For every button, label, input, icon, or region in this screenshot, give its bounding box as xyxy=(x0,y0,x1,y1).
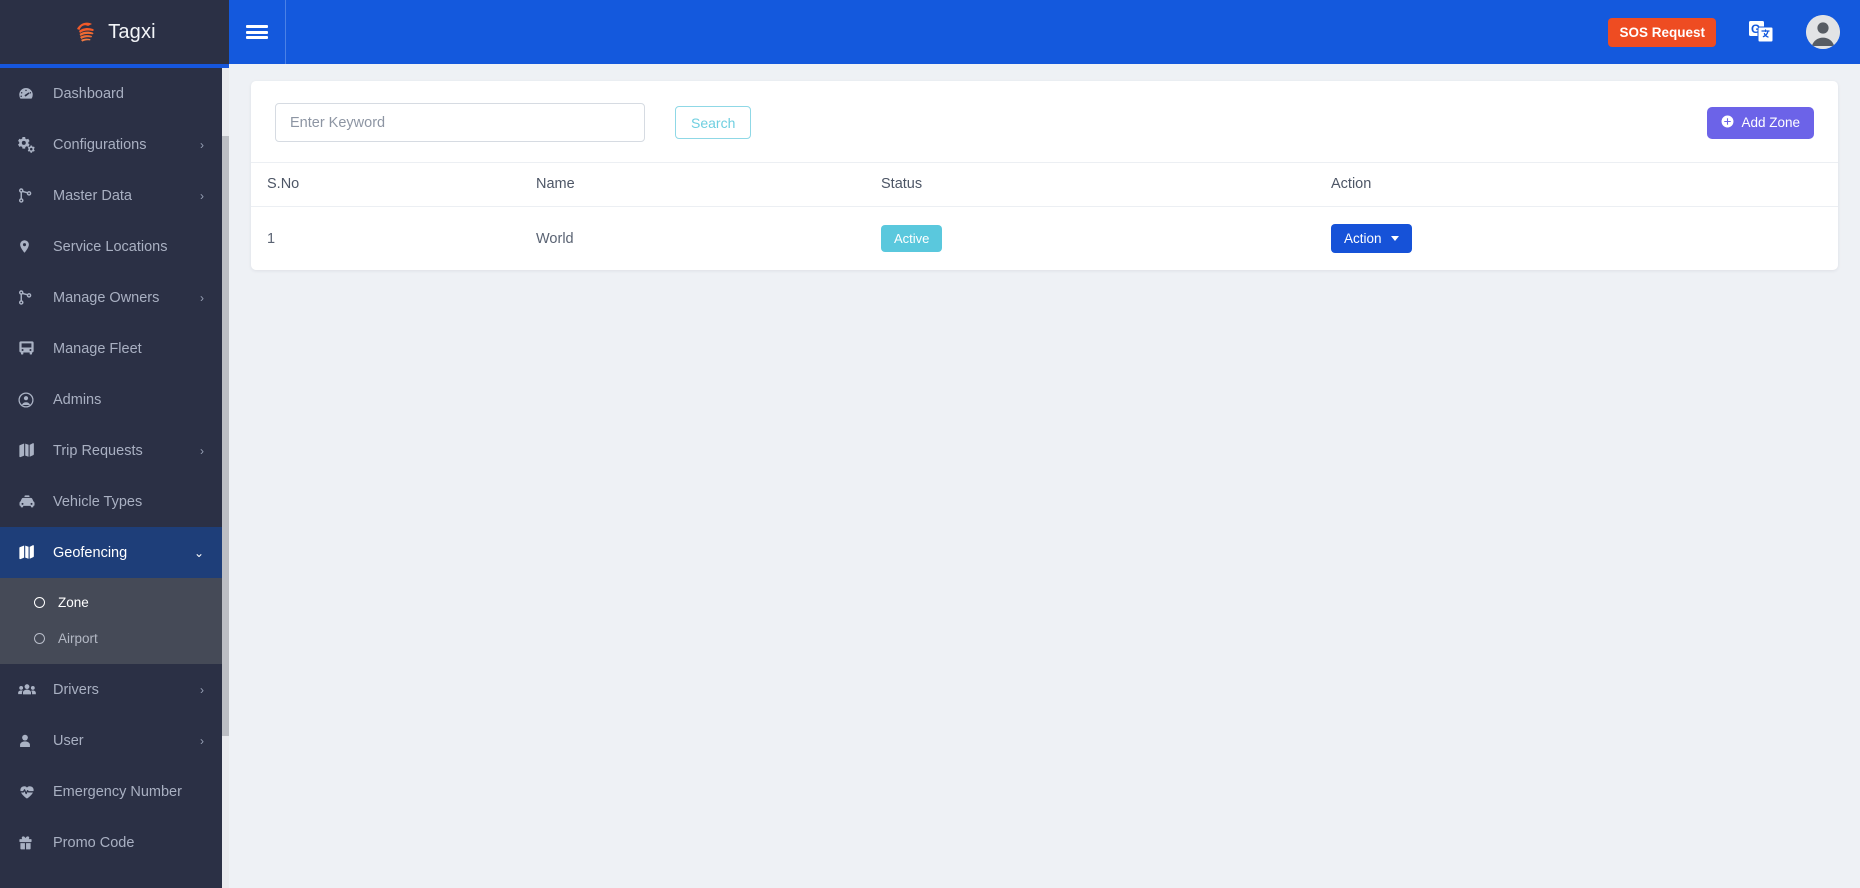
chevron-right-icon: › xyxy=(200,137,204,152)
search-input[interactable] xyxy=(275,103,645,142)
sidebar-item-manage-owners[interactable]: Manage Owners › xyxy=(0,272,222,323)
chevron-right-icon: › xyxy=(200,188,204,203)
sidebar-item-manage-fleet[interactable]: Manage Fleet xyxy=(0,323,222,374)
card-toolbar: Search Add Zone xyxy=(251,81,1838,162)
table-body: 1 World Active Action xyxy=(251,207,1838,271)
sidebar-subitem-zone[interactable]: Zone xyxy=(0,584,222,620)
sidebar-item-configurations[interactable]: Configurations › xyxy=(0,119,222,170)
sitemap-icon xyxy=(17,289,43,306)
sidebar-item-vehicle-types[interactable]: Vehicle Types xyxy=(0,476,222,527)
table-row: 1 World Active Action xyxy=(251,207,1838,271)
table-header-row: S.No Name Status Action xyxy=(251,162,1838,207)
google-translate-icon[interactable]: G xyxy=(1748,20,1774,44)
sidebar-item-label: Admins xyxy=(53,391,102,408)
sidebar-scrollbar-thumb[interactable] xyxy=(222,136,229,736)
zone-table: S.No Name Status Action 1 World Active A… xyxy=(251,162,1838,270)
action-dropdown-button[interactable]: Action xyxy=(1331,224,1412,253)
map-icon xyxy=(17,441,43,460)
brand-logo[interactable]: Tagxi xyxy=(0,0,229,64)
taxi-icon xyxy=(17,492,43,512)
geofencing-submenu: Zone Airport xyxy=(0,578,222,664)
cell-name: World xyxy=(536,230,574,247)
chevron-down-icon: ⌄ xyxy=(193,545,204,560)
hand-swipe-logo-icon xyxy=(77,22,94,42)
column-header-name: Name xyxy=(536,162,881,207)
gift-icon xyxy=(17,834,43,852)
map-pin-icon xyxy=(17,237,43,256)
gears-icon xyxy=(17,135,43,154)
user-icon xyxy=(17,732,43,750)
sidebar-item-dashboard[interactable]: Dashboard xyxy=(0,68,222,119)
heartbeat-icon xyxy=(17,782,43,801)
user-circle-icon xyxy=(17,391,43,409)
users-group-icon xyxy=(17,680,43,700)
sidebar-item-service-locations[interactable]: Service Locations xyxy=(0,221,222,272)
radio-circle-icon xyxy=(34,596,45,608)
sitemap-icon xyxy=(17,187,43,204)
status-badge: Active xyxy=(881,225,943,252)
sidebar-item-user[interactable]: User › xyxy=(0,715,222,766)
sidebar-item-admins[interactable]: Admins xyxy=(0,374,222,425)
sidebar-nav: Dashboard Configurations › Master Data › xyxy=(0,68,222,868)
bus-icon xyxy=(17,339,43,358)
sidebar-subitem-airport[interactable]: Airport xyxy=(0,620,222,656)
sos-request-button[interactable]: SOS Request xyxy=(1608,17,1716,47)
main-area: SOS Request G Search xyxy=(229,0,1860,888)
sidebar-subitem-label: Zone xyxy=(58,594,89,610)
chevron-right-icon: › xyxy=(200,733,204,748)
content-area: Search Add Zone S.No Name Status Action xyxy=(229,64,1860,888)
dashboard-speedometer-icon xyxy=(17,85,43,103)
sidebar-item-label: Vehicle Types xyxy=(53,493,143,510)
hamburger-icon[interactable] xyxy=(229,0,285,64)
brand-name: Tagxi xyxy=(108,20,156,43)
cell-status: Active xyxy=(881,207,1331,271)
zone-list-card: Search Add Zone S.No Name Status Action xyxy=(251,81,1838,270)
map-icon xyxy=(17,543,43,562)
sidebar-item-label: Manage Owners xyxy=(53,289,160,306)
chevron-right-icon: › xyxy=(200,443,204,458)
sidebar-item-label: Configurations xyxy=(53,136,147,153)
sidebar-item-label: Dashboard xyxy=(53,85,124,102)
sidebar-item-label: Promo Code xyxy=(53,834,135,851)
sidebar-item-label: Manage Fleet xyxy=(53,340,142,357)
sidebar-item-emergency-number[interactable]: Emergency Number xyxy=(0,766,222,817)
action-button-label: Action xyxy=(1344,231,1382,246)
sidebar-scroll-area: Dashboard Configurations › Master Data › xyxy=(0,68,229,888)
sidebar: Tagxi Dashboard Configurations › Master … xyxy=(0,0,229,888)
search-button[interactable]: Search xyxy=(675,106,752,139)
radio-circle-icon xyxy=(34,632,45,644)
user-avatar-icon[interactable] xyxy=(1806,15,1840,49)
add-zone-label: Add Zone xyxy=(1741,115,1800,130)
sidebar-item-geofencing[interactable]: Geofencing ⌄ xyxy=(0,527,222,578)
sidebar-item-label: Master Data xyxy=(53,187,132,204)
sidebar-item-promo-code[interactable]: Promo Code xyxy=(0,817,222,868)
cell-sno: 1 xyxy=(267,230,276,247)
chevron-right-icon: › xyxy=(200,290,204,305)
sidebar-item-drivers[interactable]: Drivers › xyxy=(0,664,222,715)
sidebar-item-master-data[interactable]: Master Data › xyxy=(0,170,222,221)
sidebar-item-label: Service Locations xyxy=(53,238,168,255)
column-header-status: Status xyxy=(881,162,1331,207)
chevron-right-icon: › xyxy=(200,682,204,697)
sidebar-item-label: Emergency Number xyxy=(53,783,182,800)
topbar-divider xyxy=(285,0,286,64)
table-head: S.No Name Status Action xyxy=(251,162,1838,207)
topbar: SOS Request G xyxy=(229,0,1860,64)
cell-action: Action xyxy=(1331,207,1838,271)
sidebar-item-label: Drivers xyxy=(53,681,99,698)
column-header-sno: S.No xyxy=(251,162,536,207)
sidebar-scrollbar-track[interactable] xyxy=(222,68,229,888)
sidebar-item-trip-requests[interactable]: Trip Requests › xyxy=(0,425,222,476)
column-header-action: Action xyxy=(1331,162,1838,207)
sidebar-subitem-label: Airport xyxy=(58,630,98,646)
sidebar-item-label: Trip Requests xyxy=(53,442,143,459)
sidebar-item-label: Geofencing xyxy=(53,544,128,561)
sidebar-item-label: User xyxy=(53,732,84,749)
plus-circle-icon xyxy=(1721,115,1734,131)
add-zone-button[interactable]: Add Zone xyxy=(1707,106,1814,139)
caret-down-icon xyxy=(1390,236,1399,241)
